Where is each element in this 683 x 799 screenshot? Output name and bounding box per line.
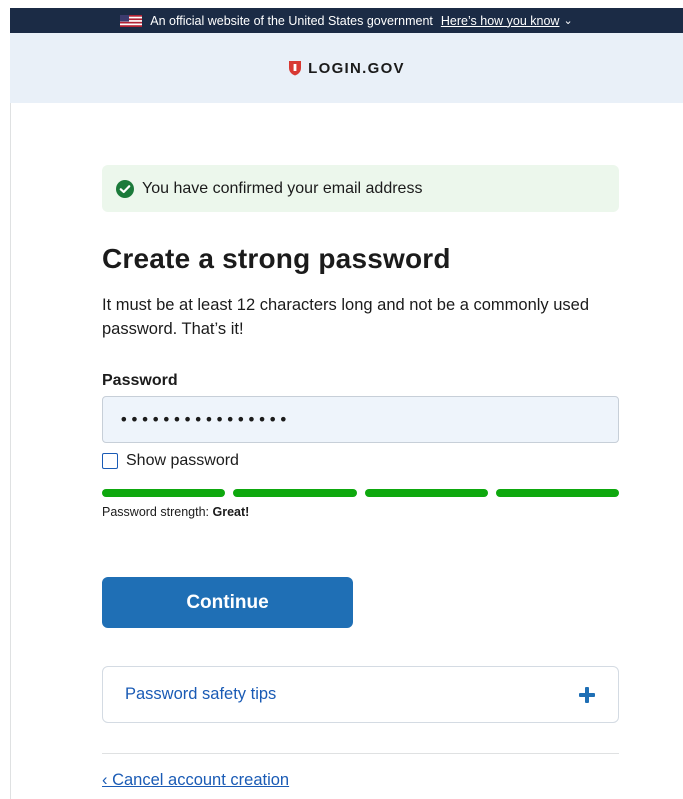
show-password-label[interactable]: Show password bbox=[126, 452, 239, 470]
how-you-know-link[interactable]: Here’s how you know bbox=[441, 14, 560, 28]
show-password-checkbox[interactable] bbox=[102, 453, 118, 469]
cancel-account-creation-link[interactable]: ‹ Cancel account creation bbox=[102, 771, 289, 790]
password-strength-text: Password strength: Great! bbox=[102, 505, 249, 519]
shield-icon bbox=[289, 61, 302, 76]
chevron-down-icon[interactable]: ⌄ bbox=[563, 14, 572, 27]
password-input[interactable]: •••••••••••••••• bbox=[102, 396, 619, 443]
password-strength-meter bbox=[102, 489, 619, 497]
divider bbox=[102, 753, 619, 754]
strength-value: Great! bbox=[212, 505, 250, 519]
strength-segment bbox=[233, 489, 357, 497]
show-password-toggle[interactable]: Show password bbox=[102, 452, 239, 470]
strength-segment bbox=[364, 489, 488, 497]
safety-tips-label[interactable]: Password safety tips bbox=[125, 685, 276, 704]
gov-banner-text: An official website of the United States… bbox=[150, 13, 433, 28]
strength-segment bbox=[102, 489, 226, 497]
site-header: LOGIN.GOV bbox=[10, 33, 683, 103]
alert-message: You have confirmed your email address bbox=[142, 179, 423, 197]
page-description: It must be at least 12 characters long a… bbox=[102, 296, 590, 338]
password-label: Password bbox=[102, 372, 178, 389]
strength-segment bbox=[495, 489, 619, 497]
us-flag-icon bbox=[120, 14, 143, 27]
gov-banner: An official website of the United States… bbox=[10, 8, 683, 33]
strength-label: Password strength: bbox=[102, 505, 209, 519]
page-title: Create a strong password bbox=[102, 243, 451, 274]
main-content: You have confirmed your email address Cr… bbox=[10, 103, 683, 799]
password-safety-tips-accordion[interactable]: Password safety tips bbox=[102, 666, 619, 723]
check-circle-icon bbox=[116, 179, 134, 198]
continue-button[interactable]: Continue bbox=[102, 577, 353, 628]
success-alert: You have confirmed your email address bbox=[102, 165, 619, 212]
plus-icon[interactable] bbox=[578, 686, 596, 704]
login-gov-logo[interactable]: LOGIN.GOV bbox=[308, 60, 405, 77]
